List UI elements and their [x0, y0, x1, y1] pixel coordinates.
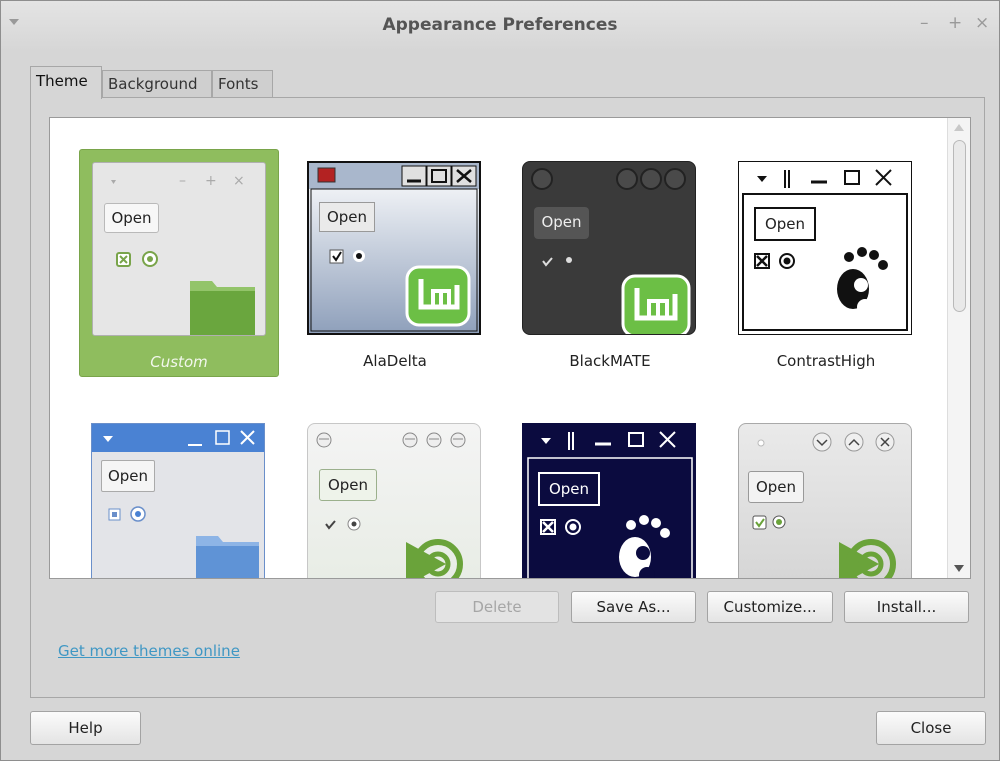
theme-item-5[interactable]: Open: [79, 411, 279, 578]
theme-name: AlaDelta: [363, 352, 427, 370]
theme-item-blackmate[interactable]: Open BlackMATE: [510, 149, 710, 377]
close-window-button[interactable]: ×: [975, 13, 989, 33]
preview-open-button: Open: [101, 460, 155, 492]
close-button[interactable]: Close: [876, 711, 986, 745]
theme-grid-scrollbar[interactable]: [947, 118, 970, 578]
svg-text:+: +: [205, 173, 217, 189]
theme-preview: [91, 423, 265, 578]
save-as-button[interactable]: Save As...: [571, 591, 696, 623]
preview-open-button: Open: [748, 471, 804, 503]
preview-open-button: Open: [534, 207, 589, 239]
install-button[interactable]: Install...: [844, 591, 969, 623]
blue-theme-preview-graphic: [92, 424, 264, 578]
window-title: Appearance Preferences: [382, 15, 618, 35]
get-more-themes-link[interactable]: Get more themes online: [58, 642, 240, 660]
theme-item-8[interactable]: Open: [726, 411, 926, 578]
aladelta-preview-graphic: [309, 163, 479, 332]
customize-button[interactable]: Customize...: [707, 591, 833, 623]
theme-preview: [307, 161, 481, 335]
theme-name: ContrastHigh: [776, 352, 876, 370]
tab-theme[interactable]: Theme: [30, 66, 102, 99]
theme-item-7[interactable]: Open: [510, 411, 710, 578]
theme-grid[interactable]: – + × Open Custom Open AlaDelta Open Bla…: [49, 117, 971, 579]
svg-text:×: ×: [233, 173, 245, 189]
light-green-preview-graphic: [316, 432, 466, 578]
theme-name: BlackMATE: [569, 352, 651, 370]
preview-open-button: Open: [104, 203, 159, 233]
help-button[interactable]: Help: [30, 711, 141, 745]
minimize-button[interactable]: –: [920, 13, 929, 33]
blackmate-preview-graphic: [531, 168, 691, 334]
delete-button[interactable]: Delete: [435, 591, 559, 623]
theme-preview: [738, 161, 912, 335]
theme-item-6[interactable]: Open: [295, 411, 495, 578]
svg-text:–: –: [179, 173, 186, 189]
preview-open-button: Open: [319, 469, 377, 501]
scrollbar-thumb[interactable]: [953, 140, 966, 312]
theme-preview: [307, 423, 481, 578]
custom-preview-graphic: – + ×: [111, 173, 255, 335]
scroll-up-arrow-icon[interactable]: [954, 124, 964, 131]
tab-fonts[interactable]: Fonts: [212, 70, 273, 97]
theme-preview: – + ×: [92, 162, 266, 336]
maximize-button[interactable]: +: [948, 13, 962, 33]
tab-background[interactable]: Background: [102, 70, 212, 97]
preview-open-button: Open: [538, 472, 600, 506]
scroll-down-arrow-icon[interactable]: [954, 565, 964, 572]
preview-open-button: Open: [319, 202, 375, 232]
theme-name: Custom: [150, 353, 208, 371]
theme-item-aladelta[interactable]: Open AlaDelta: [295, 149, 495, 377]
preview-open-button: Open: [754, 207, 816, 241]
titlebar[interactable]: Appearance Preferences – + ×: [1, 1, 999, 51]
theme-item-custom[interactable]: – + × Open Custom: [79, 149, 279, 377]
theme-item-contrasthigh[interactable]: Open ContrastHigh: [726, 149, 926, 377]
theme-preview: [522, 161, 696, 335]
contrasthigh-preview-graphic: [742, 169, 908, 331]
